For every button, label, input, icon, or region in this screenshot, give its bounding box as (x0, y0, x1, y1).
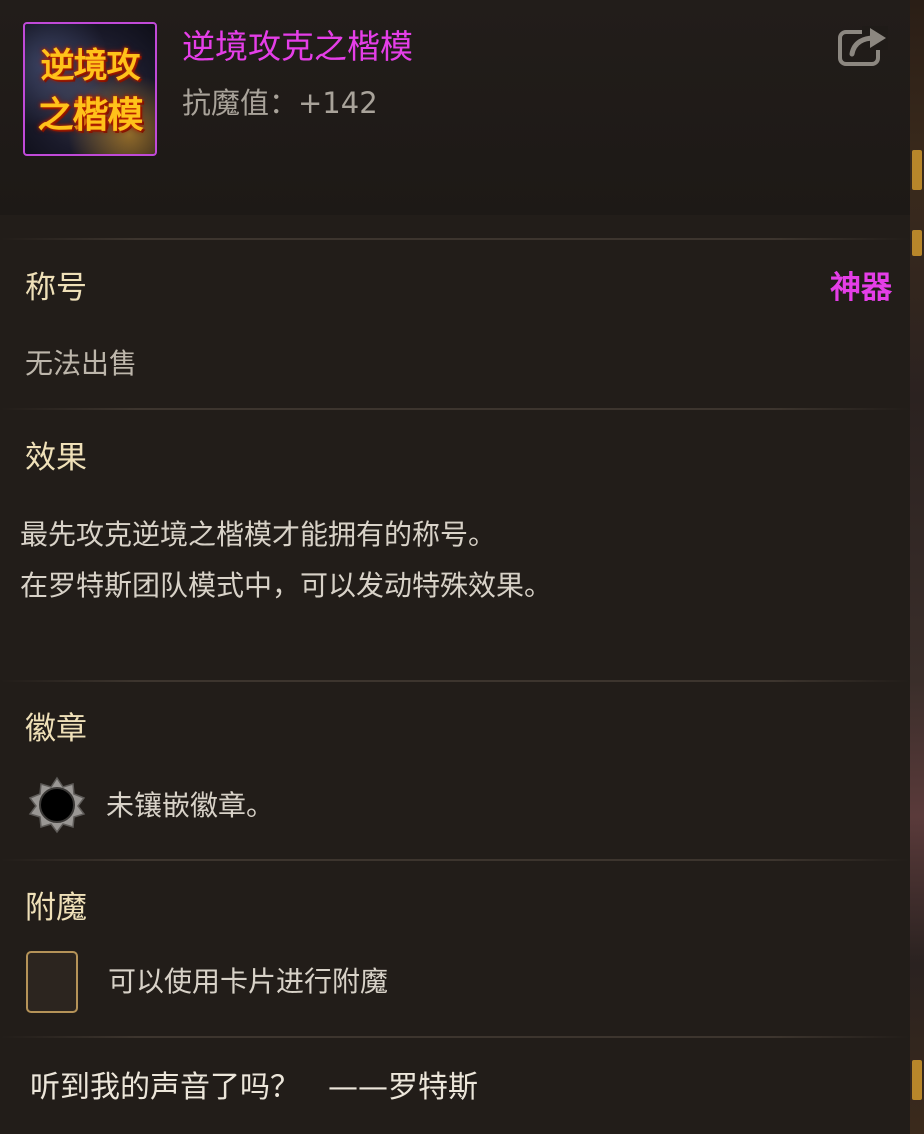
item-name: 逆境攻克之楷模 (182, 27, 413, 66)
icon-emblem-text-bottom: 之楷模 (37, 95, 143, 136)
effect-line-2: 在罗特斯团队模式中，可以发动特殊效果。 (20, 569, 553, 602)
item-stat: 抗魔值：+142 (182, 86, 378, 120)
divider (0, 1036, 910, 1038)
flavor-quote-author: ——罗特斯 (328, 1070, 478, 1105)
divider (0, 408, 910, 410)
share-export-icon[interactable] (836, 24, 888, 68)
effect-heading: 效果 (25, 440, 87, 476)
item-tooltip-panel: 逆境攻克 之楷模 逆境攻克之楷模 抗魔值：+142 称号 神器 无法出售 效果 … (0, 0, 924, 1134)
background-game-ui-strip (910, 0, 924, 1134)
divider (0, 680, 910, 682)
trade-status: 无法出售 (25, 347, 138, 380)
effect-line-1: 最先攻克逆境之楷模才能拥有的称号。 (20, 518, 497, 551)
rarity-badge: 神器 (830, 270, 892, 306)
divider (0, 859, 910, 861)
emblem-status-text: 未镶嵌徽章。 (106, 789, 275, 822)
title-emblem-icon: 逆境攻克 之楷模 (23, 22, 157, 156)
empty-emblem-socket-icon[interactable] (28, 776, 86, 834)
flavor-quote-text: 听到我的声音了吗？ (30, 1070, 300, 1105)
divider (0, 238, 910, 240)
tooltip-header: 逆境攻克 之楷模 逆境攻克之楷模 抗魔值：+142 (0, 0, 910, 215)
enchant-heading: 附魔 (25, 890, 87, 926)
enchant-hint-text: 可以使用卡片进行附魔 (108, 965, 389, 998)
flavor-quote: 听到我的声音了吗？ ——罗特斯 (30, 1062, 478, 1106)
emblem-heading: 徽章 (25, 711, 87, 747)
category-heading: 称号 (25, 270, 87, 306)
card-slot-icon[interactable] (26, 951, 78, 1013)
